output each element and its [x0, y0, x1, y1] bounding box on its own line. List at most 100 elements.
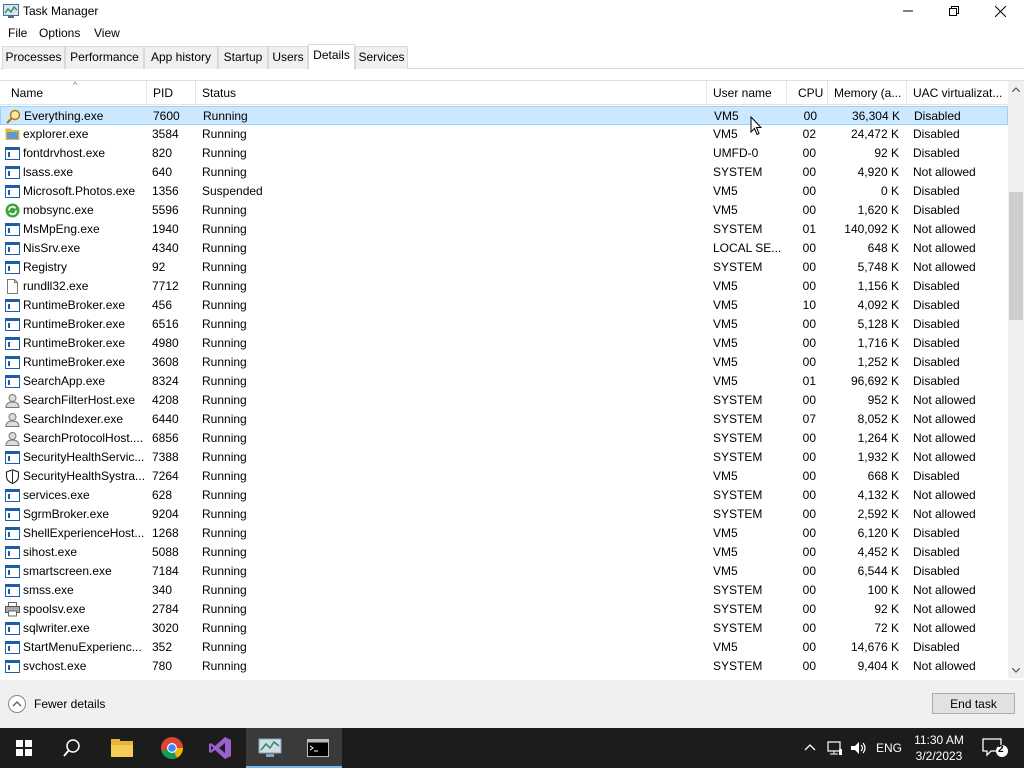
table-row[interactable]: Registry 92 Running SYSTEM 00 5,748 K Not allo…	[0, 258, 1008, 277]
process-name-cell: lsass.exe	[23, 165, 74, 179]
table-row[interactable]: explorer.exe 3584 Running VM5 02 24,472 K Disa…	[0, 125, 1008, 144]
uac-cell: Disabled	[913, 545, 960, 559]
table-row[interactable]: services.exe 628 Running SYSTEM 00 4,132 K Not…	[0, 486, 1008, 505]
table-row[interactable]: SecurityHealthSystra... 7264 Running VM5 00 6…	[0, 467, 1008, 486]
menu-options[interactable]: Options	[39, 26, 80, 40]
column-header-pid[interactable]: PID	[147, 81, 196, 105]
table-row[interactable]: RuntimeBroker.exe 4980 Running VM5 00 1,716 K…	[0, 334, 1008, 353]
user-name-cell: SYSTEM	[713, 393, 763, 407]
table-row[interactable]: Everything.exe 7600 Running VM5 00 36,304 K Di…	[0, 106, 1008, 125]
tab-services[interactable]: Services	[355, 46, 408, 69]
pid-cell: 1268	[152, 526, 179, 540]
table-row[interactable]: NisSrv.exe 4340 Running LOCAL SE... 00 648 K N…	[0, 239, 1008, 258]
pid-cell: 640	[152, 165, 173, 179]
user-name-cell: SYSTEM	[713, 659, 763, 673]
scroll-up-arrow-icon[interactable]	[1008, 81, 1024, 98]
scrollbar-thumb[interactable]	[1009, 192, 1023, 320]
status-cell: Running	[202, 526, 247, 540]
menu-view[interactable]: View	[94, 26, 120, 40]
table-row[interactable]: RuntimeBroker.exe 6516 Running VM5 00 5,128 K…	[0, 315, 1008, 334]
process-name-cell: services.exe	[23, 488, 90, 502]
sort-up-icon: ^	[73, 81, 78, 90]
chrome-icon[interactable]	[148, 728, 196, 768]
scroll-down-arrow-icon[interactable]	[1008, 662, 1024, 678]
memory-cell: 8,052 K	[857, 412, 899, 426]
table-row[interactable]: rundll32.exe 7712 Running VM5 00 1,156 K Disab…	[0, 277, 1008, 296]
language-indicator[interactable]: ENG	[876, 741, 902, 755]
column-header-memory[interactable]: Memory (a...	[828, 81, 907, 105]
visual-studio-icon[interactable]	[196, 728, 244, 768]
table-row[interactable]: sihost.exe 5088 Running VM5 00 4,452 K Disable…	[0, 543, 1008, 562]
table-row[interactable]: svchost.exe 780 Running SYSTEM 00 9,404 K Not …	[0, 657, 1008, 676]
tab-startup[interactable]: Startup	[218, 46, 268, 69]
table-row[interactable]: MsMpEng.exe 1940 Running SYSTEM 01 140,092 K N…	[0, 220, 1008, 239]
cpu-cell: 02	[802, 127, 816, 141]
task-manager-icon[interactable]	[246, 728, 294, 768]
table-row[interactable]: smartscreen.exe 7184 Running VM5 00 6,544 K Di…	[0, 562, 1008, 581]
end-task-button[interactable]: End task	[932, 693, 1015, 714]
table-row[interactable]: RuntimeBroker.exe 456 Running VM5 10 4,092 K D…	[0, 296, 1008, 315]
user-name-cell: SYSTEM	[713, 165, 763, 179]
status-cell: Running	[202, 260, 247, 274]
table-row[interactable]: smss.exe 340 Running SYSTEM 00 100 K Not allow…	[0, 581, 1008, 600]
uac-cell: Not allowed	[913, 621, 976, 635]
column-header-user-name[interactable]: User name	[707, 81, 787, 105]
column-header-cpu[interactable]: CPU	[787, 81, 828, 105]
column-header-status[interactable]: Status	[196, 81, 707, 105]
process-icon	[5, 374, 20, 389]
volume-icon[interactable]	[850, 740, 866, 756]
menu-file[interactable]: File	[8, 26, 27, 40]
clock[interactable]: 11:30 AM 3/2/2023	[906, 732, 972, 764]
restore-button[interactable]	[931, 0, 977, 22]
tab-users[interactable]: Users	[268, 46, 308, 69]
process-name-cell: SearchProtocolHost....	[23, 431, 144, 445]
table-row[interactable]: SearchProtocolHost.... 6856 Running SYSTEM 0…	[0, 429, 1008, 448]
chevron-up-icon[interactable]	[804, 742, 820, 758]
pid-cell: 7600	[153, 109, 180, 123]
pid-cell: 7388	[152, 450, 179, 464]
close-button[interactable]	[977, 0, 1023, 22]
minimize-button[interactable]	[885, 0, 931, 22]
column-header-name[interactable]: ^ Name	[5, 81, 147, 105]
vertical-scrollbar[interactable]	[1008, 81, 1024, 678]
table-row[interactable]: ShellExperienceHost.... 1268 Running VM5 00 6…	[0, 524, 1008, 543]
search-icon[interactable]	[48, 728, 96, 768]
table-row[interactable]: mobsync.exe 5596 Running VM5 00 1,620 K Disabl…	[0, 201, 1008, 220]
process-name-cell: ShellExperienceHost....	[23, 526, 145, 540]
uac-cell: Not allowed	[913, 602, 976, 616]
windows-start-icon[interactable]	[0, 728, 48, 768]
user-name-cell: VM5	[713, 127, 738, 141]
column-header-uac[interactable]: UAC virtualizat...	[907, 81, 1008, 105]
network-icon[interactable]	[826, 740, 842, 756]
table-row[interactable]: lsass.exe 640 Running SYSTEM 00 4,920 K Not al…	[0, 163, 1008, 182]
table-row[interactable]: RuntimeBroker.exe 3608 Running VM5 00 1,252 K…	[0, 353, 1008, 372]
uac-cell: Disabled	[913, 564, 960, 578]
table-row[interactable]: fontdrvhost.exe 820 Running UMFD-0 00 92 K Dis…	[0, 144, 1008, 163]
process-name-cell: NisSrv.exe	[23, 241, 81, 255]
status-cell: Running	[202, 488, 247, 502]
table-row[interactable]: SearchIndexer.exe 6440 Running SYSTEM 07 8,05…	[0, 410, 1008, 429]
fewer-details-toggle[interactable]: Fewer details	[8, 695, 105, 713]
table-row[interactable]: StartMenuExperienc... 352 Running VM5 00 14,6…	[0, 638, 1008, 657]
table-row[interactable]: spoolsv.exe 2784 Running SYSTEM 00 92 K Not al…	[0, 600, 1008, 619]
tab-details[interactable]: Details	[308, 44, 355, 70]
uac-cell: Disabled	[913, 298, 960, 312]
table-row[interactable]: Microsoft.Photos.exe 1356 Suspended VM5 00 0 …	[0, 182, 1008, 201]
cpu-cell: 00	[802, 488, 816, 502]
terminal-icon[interactable]	[294, 728, 342, 768]
table-row[interactable]: SecurityHealthServic... 7388 Running SYSTEM…	[0, 448, 1008, 467]
process-name-cell: RuntimeBroker.exe	[23, 336, 126, 350]
clock-time: 11:30 AM	[914, 733, 964, 747]
memory-cell: 1,932 K	[857, 450, 899, 464]
tab-processes[interactable]: Processes	[2, 46, 65, 69]
tab-performance[interactable]: Performance	[65, 46, 144, 69]
tab-app-history[interactable]: App history	[144, 46, 218, 69]
table-row[interactable]: SearchApp.exe 8324 Running VM5 01 96,692 K Dis…	[0, 372, 1008, 391]
table-row[interactable]: SgrmBroker.exe 9204 Running SYSTEM 00 2,592 K…	[0, 505, 1008, 524]
process-name-cell: RuntimeBroker.exe	[23, 317, 126, 331]
status-cell: Running	[202, 317, 247, 331]
table-row[interactable]: sqlwriter.exe 3020 Running SYSTEM 00 72 K Not …	[0, 619, 1008, 638]
notification-center-icon[interactable]: 2	[982, 738, 1008, 761]
table-row[interactable]: SearchFilterHost.exe 4208 Running SYSTEM 00 9…	[0, 391, 1008, 410]
file-explorer-icon[interactable]	[98, 728, 146, 768]
